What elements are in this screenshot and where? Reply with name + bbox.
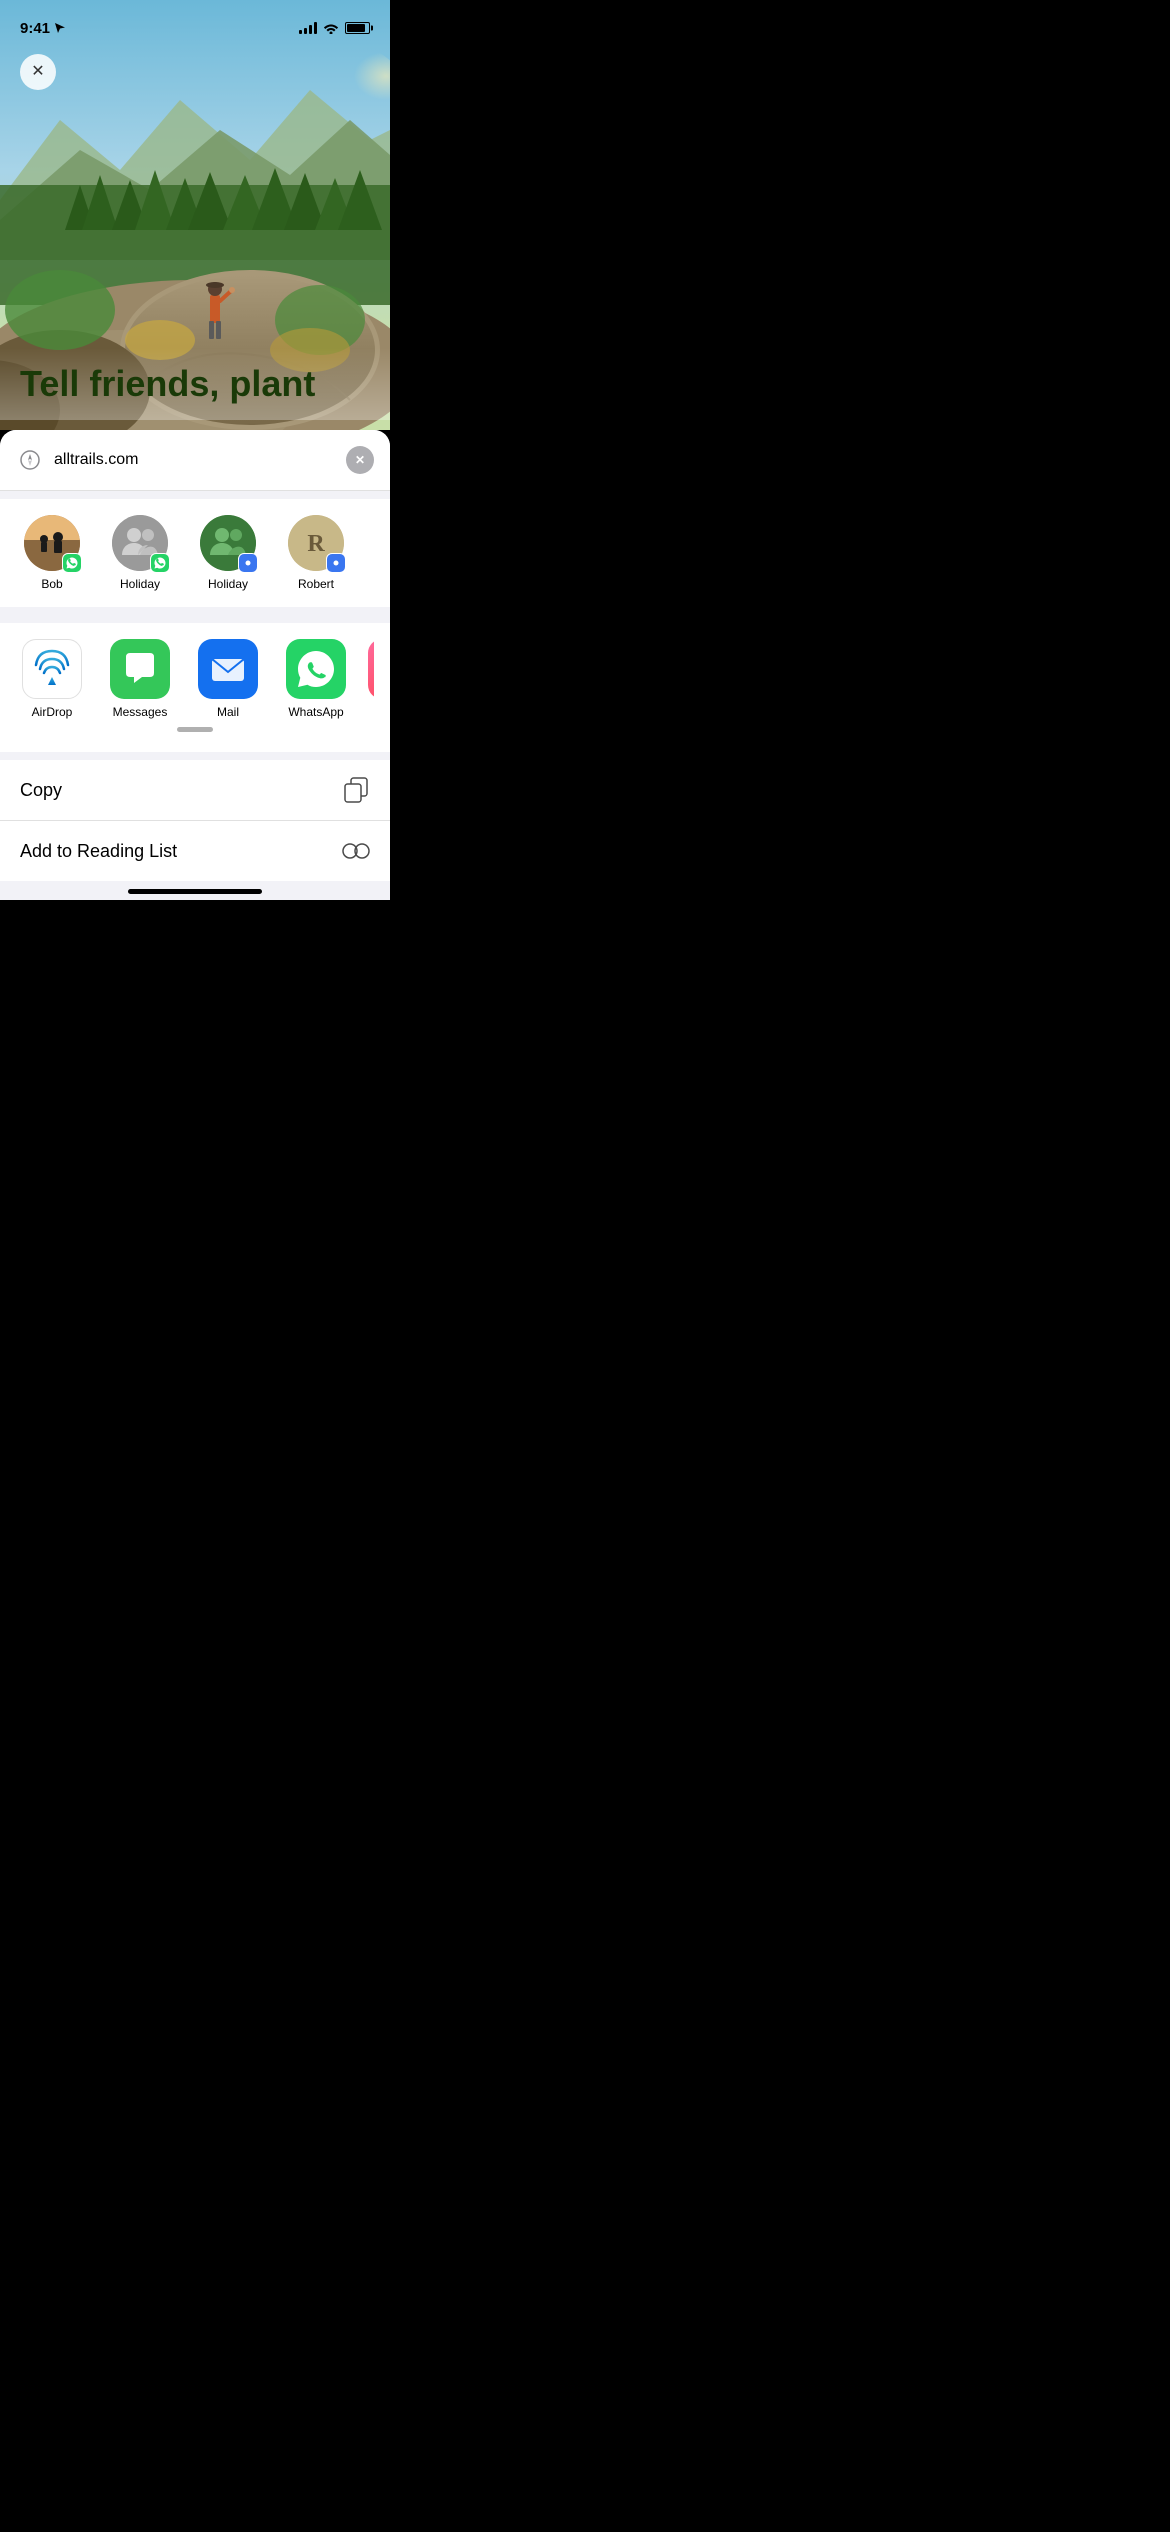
battery-icon [345,22,370,34]
contact-holiday-whatsapp[interactable]: Holiday [104,515,176,591]
whatsapp-icon [286,639,346,699]
contacts-row: Bob [16,515,374,591]
page-title: Tell friends, plant [20,364,370,404]
section-divider-1 [0,491,390,499]
app-whatsapp[interactable]: WhatsApp [280,639,352,719]
contact-holiday-whatsapp-avatar [112,515,168,571]
airdrop-icon [22,639,82,699]
status-time: 9:41 [20,20,50,37]
url-bar: alltrails.com ✕ [0,430,390,491]
copy-icon [342,776,370,804]
contact-bob[interactable]: Bob [16,515,88,591]
app-mail-label: Mail [217,705,239,719]
location-arrow-icon [54,22,66,34]
app-airdrop-label: AirDrop [32,705,73,719]
app-messages-label: Messages [113,705,168,719]
wifi-icon [323,22,339,34]
contact-bob-badge [62,553,82,573]
copy-label: Copy [20,780,62,801]
contact-holiday-signal-avatar [200,515,256,571]
apps-row: AirDrop Messages Mail [16,639,374,719]
reading-list-label: Add to Reading List [20,841,177,862]
contact-holiday-whatsapp-badge [150,553,170,573]
contact-robert-avatar: R [288,515,344,571]
status-icons [299,22,370,34]
contact-robert-name: Robert [298,577,334,591]
contacts-section: Bob [0,499,390,607]
app-partial [368,639,374,719]
svg-text:R: R [307,531,325,557]
home-bar [128,889,262,894]
url-clear-button[interactable]: ✕ [346,446,374,474]
app-mail[interactable]: Mail [192,639,264,719]
app-partial-icon [368,639,374,699]
contact-bob-avatar [24,515,80,571]
reading-list-icon [342,837,370,865]
signal-strength-icon [299,22,317,34]
share-sheet: alltrails.com ✕ [0,430,390,881]
contact-holiday-signal[interactable]: Holiday [192,515,264,591]
scroll-indicator [16,719,374,736]
close-icon: ✕ [31,64,44,80]
section-divider-2 [0,607,390,615]
contact-bob-name: Bob [41,577,62,591]
url-display: alltrails.com [54,451,336,469]
contact-holiday-whatsapp-name: Holiday [120,577,160,591]
copy-action[interactable]: Copy [0,760,390,821]
scroll-dot [177,727,213,732]
app-airdrop[interactable]: AirDrop [16,639,88,719]
contact-robert[interactable]: R Robert [280,515,352,591]
mail-icon [198,639,258,699]
contact-holiday-signal-badge [238,553,258,573]
hero-image: ✕ Tell friends, plant [0,0,390,430]
home-indicator [0,881,390,900]
close-button[interactable]: ✕ [20,54,56,90]
messages-icon [110,639,170,699]
reading-list-action[interactable]: Add to Reading List [0,821,390,881]
app-whatsapp-label: WhatsApp [288,705,343,719]
status-bar: 9:41 [0,0,390,44]
url-clear-icon: ✕ [355,453,365,467]
actions-section: Copy Add to Reading List [0,760,390,881]
contact-holiday-signal-name: Holiday [208,577,248,591]
compass-icon [16,446,44,474]
contact-robert-badge [326,553,346,573]
app-messages[interactable]: Messages [104,639,176,719]
apps-section: AirDrop Messages Mail [0,623,390,752]
